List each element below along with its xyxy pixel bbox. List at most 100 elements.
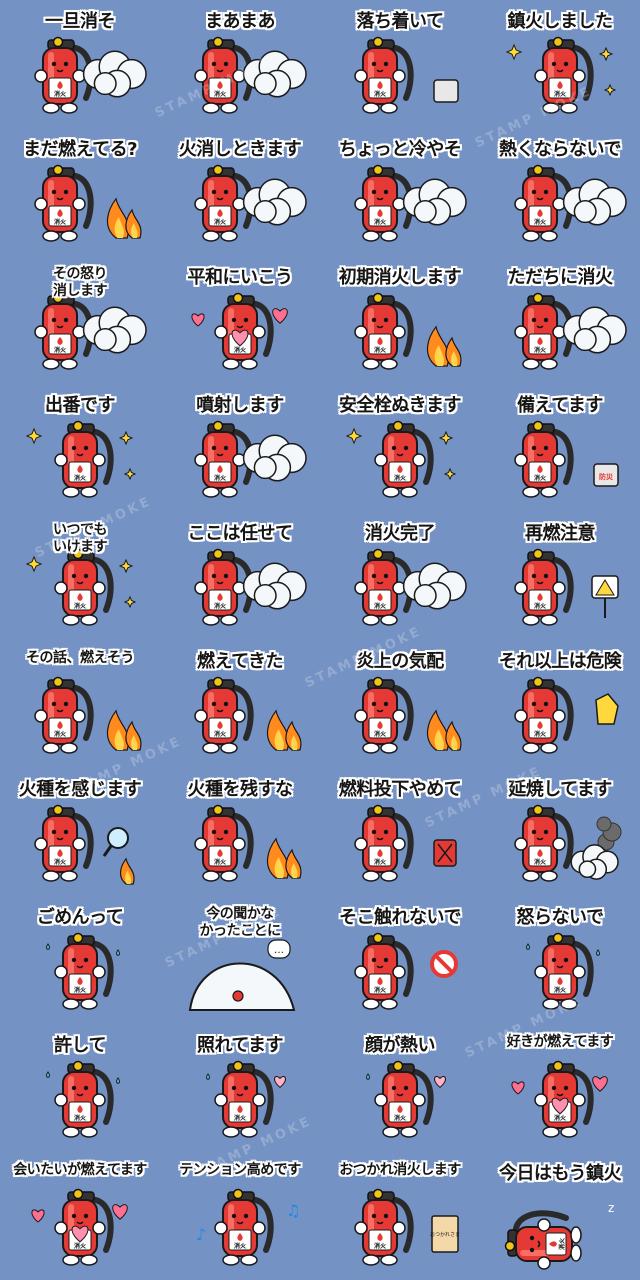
right-foot bbox=[380, 614, 398, 626]
sticker[interactable]: 消火 ちょっと冷やそ bbox=[320, 128, 480, 256]
right-foot bbox=[60, 358, 78, 370]
right-foot bbox=[220, 870, 238, 882]
sticker[interactable]: 消火 燃えてきた bbox=[160, 640, 320, 768]
extinguisher-mascot: 消火 bbox=[194, 164, 254, 242]
sticker-illustration: 消火 bbox=[505, 36, 617, 114]
extinguisher-mascot: 消火 bbox=[514, 292, 574, 370]
sticker-caption: 落ち着いて bbox=[356, 11, 444, 32]
safety-pin bbox=[532, 164, 544, 176]
sticker[interactable]: 消火 一旦消そ bbox=[0, 0, 160, 128]
left-hand bbox=[34, 197, 48, 211]
sticker[interactable]: 消火 平和にいこう bbox=[160, 256, 320, 384]
sticker[interactable]: 消火 出番です bbox=[0, 384, 160, 512]
sticker[interactable]: 消火 まだ燃えてる? bbox=[0, 128, 160, 256]
right-foot bbox=[380, 358, 398, 370]
extinguisher-mascot: 消火 bbox=[354, 1188, 414, 1266]
sticker[interactable]: 消火 消火完了 bbox=[320, 512, 480, 640]
sticker[interactable]: 消火 火種を残すな bbox=[160, 768, 320, 896]
sticker[interactable]: 消火 照れてます bbox=[160, 1024, 320, 1152]
spray-cloud bbox=[82, 306, 147, 354]
heart-icon bbox=[272, 308, 288, 324]
spray-cloud bbox=[402, 562, 467, 610]
left-hand bbox=[354, 965, 368, 979]
sticker[interactable]: 消火 落ち着いて bbox=[320, 0, 480, 128]
sticker-caption: 火種を残すな bbox=[187, 779, 294, 800]
sticker[interactable]: 消火 炎上の気配 bbox=[320, 640, 480, 768]
sticker[interactable]: 消火 ごめんって bbox=[0, 896, 160, 1024]
right-eye bbox=[563, 957, 569, 963]
sticker[interactable]: … 今の聞かな かったことに bbox=[160, 896, 320, 1024]
sticker[interactable]: 消火 燃料投下やめて bbox=[320, 768, 480, 896]
sticker[interactable]: 消火 まあまあ bbox=[160, 0, 320, 128]
sticker[interactable]: 消火 延焼してます bbox=[480, 768, 640, 896]
sticker[interactable]: 消火 ここは任せて bbox=[160, 512, 320, 640]
sticker-illustration: 消火 bbox=[34, 676, 142, 754]
left-hand bbox=[34, 709, 48, 723]
sparkle-icon bbox=[345, 427, 363, 445]
right-foot bbox=[380, 998, 398, 1010]
sticker[interactable]: 消火 鎮火しました bbox=[480, 0, 640, 128]
sticker-caption: まあまあ bbox=[205, 11, 276, 32]
right-foot bbox=[380, 102, 398, 114]
sticker[interactable]: 消火 いつでも いけます bbox=[0, 512, 160, 640]
right-eye bbox=[223, 445, 229, 451]
sticker[interactable]: 消火 安全栓ぬきます bbox=[320, 384, 480, 512]
sticker[interactable]: 消火 好きが燃えてます bbox=[480, 1024, 640, 1152]
left-eye bbox=[51, 829, 57, 835]
left-eye bbox=[51, 189, 57, 195]
heart-icon bbox=[592, 1076, 608, 1092]
safety-pin bbox=[232, 1060, 244, 1072]
sticker[interactable]: 消火 会いたいが燃えてます bbox=[0, 1152, 160, 1280]
left-hand bbox=[374, 1093, 388, 1107]
sticker[interactable]: 消火 許して bbox=[0, 1024, 160, 1152]
sticker[interactable]: 消火 z 今日はもう鎮火 bbox=[480, 1152, 640, 1280]
right-foot bbox=[60, 870, 78, 882]
heart-icon bbox=[511, 1081, 525, 1095]
sticker[interactable]: 消火 その話、燃えそう bbox=[0, 640, 160, 768]
extinguisher-mascot: 消火 bbox=[514, 676, 574, 754]
sticker[interactable]: 消火 顔が熱い bbox=[320, 1024, 480, 1152]
label-text: 消火 bbox=[214, 602, 227, 610]
sticker[interactable]: 消火 そこ触れないで bbox=[320, 896, 480, 1024]
sticker[interactable]: 消火 おつかれさま おつかれ消火します bbox=[320, 1152, 480, 1280]
sticker[interactable]: 消火 ただちに消火 bbox=[480, 256, 640, 384]
right-foot bbox=[540, 870, 558, 882]
extinguisher-mascot: 消火 bbox=[194, 36, 254, 114]
fire-icon bbox=[120, 857, 135, 885]
magnifier-handle bbox=[102, 845, 113, 857]
sticker-illustration: 消火 ♪ ♫ bbox=[196, 1188, 300, 1266]
sticker[interactable]: 消火 それ以上は危険 bbox=[480, 640, 640, 768]
left-foot bbox=[362, 102, 380, 114]
safety-pin bbox=[372, 548, 384, 560]
right-hand bbox=[392, 325, 406, 339]
sticker[interactable]: 消火 噴射します bbox=[160, 384, 320, 512]
sticker[interactable]: 消火 防災 備えてます bbox=[480, 384, 640, 512]
sticker[interactable]: 消火 ♪ ♫ テンション高めです bbox=[160, 1152, 320, 1280]
heart-icon bbox=[434, 1076, 446, 1089]
left-foot bbox=[362, 614, 380, 626]
sticker[interactable]: 消火 怒らないで bbox=[480, 896, 640, 1024]
left-eye bbox=[211, 445, 217, 451]
right-foot bbox=[560, 102, 578, 114]
right-eye bbox=[243, 317, 249, 323]
left-eye bbox=[371, 957, 377, 963]
left-hand bbox=[514, 325, 528, 339]
sticker[interactable]: 消火 火種を感じます bbox=[0, 768, 160, 896]
cloud-puff bbox=[253, 456, 277, 480]
safety-pin bbox=[532, 804, 544, 816]
sticker[interactable]: 消火 熱くならないで bbox=[480, 128, 640, 256]
sticker-caption: 初期消火します bbox=[338, 267, 462, 288]
fire-icon bbox=[427, 709, 450, 751]
safety-pin bbox=[552, 932, 564, 944]
sticker-illustration: 消火 bbox=[354, 164, 467, 242]
sticker[interactable]: 消火 火消しときます bbox=[160, 128, 320, 256]
cloud-puff bbox=[573, 328, 597, 352]
sticker[interactable]: 消火 その怒り 消します bbox=[0, 256, 160, 384]
sticker[interactable]: 消火 初期消火します bbox=[320, 256, 480, 384]
label-text: 消火 bbox=[234, 1114, 247, 1122]
sticker-illustration: 消火 bbox=[34, 292, 147, 370]
label-text: 消火 bbox=[234, 346, 247, 354]
left-hand bbox=[54, 1093, 68, 1107]
extinguisher-mascot: 消火 bbox=[354, 292, 414, 370]
sticker[interactable]: 消火 再燃注意 bbox=[480, 512, 640, 640]
